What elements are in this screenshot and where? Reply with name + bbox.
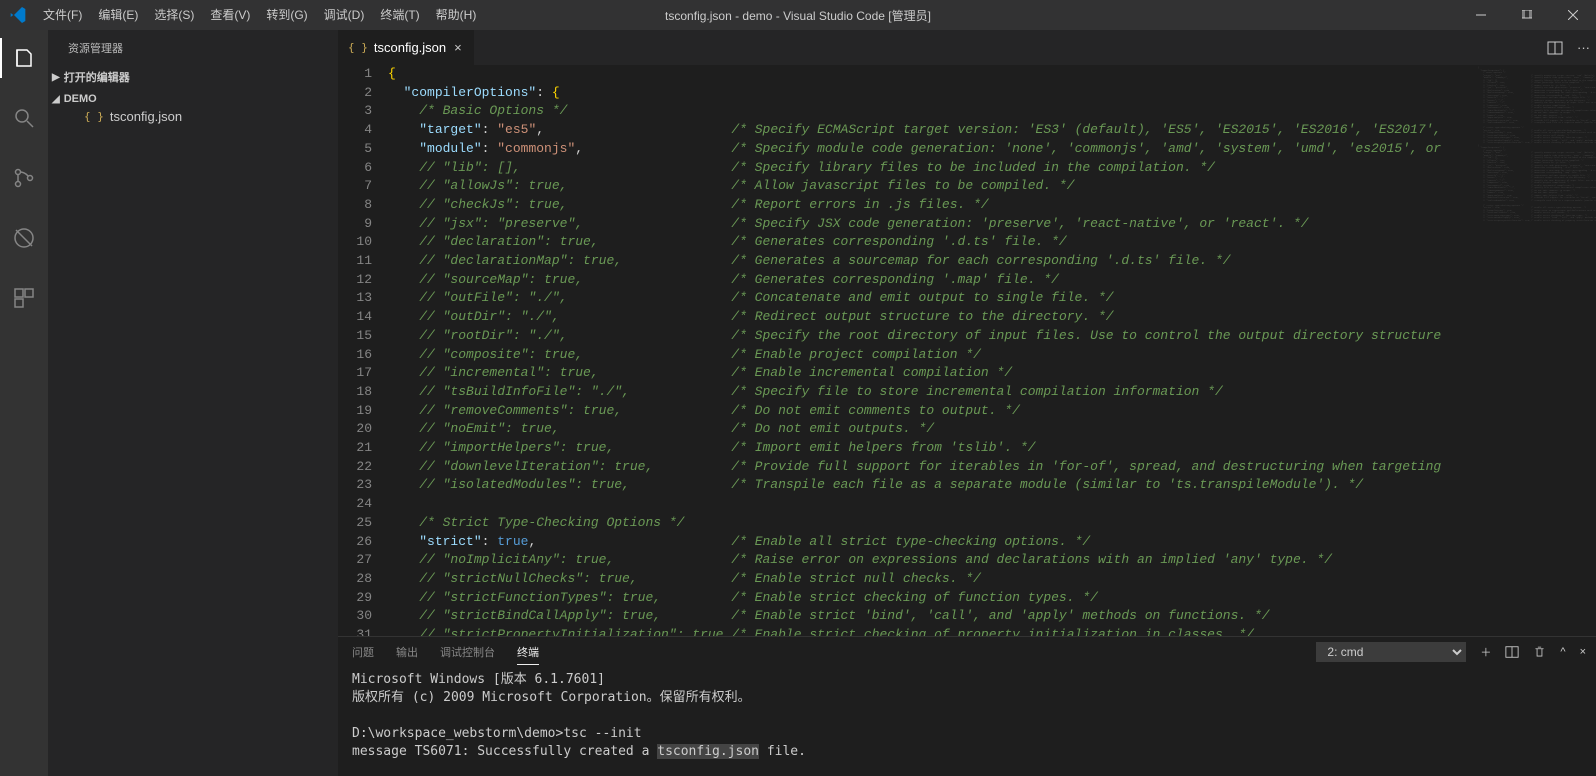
kill-terminal-icon[interactable] bbox=[1533, 645, 1546, 659]
split-terminal-icon[interactable] bbox=[1505, 645, 1519, 659]
line-numbers: 1234567891011121314151617181920212223242… bbox=[338, 65, 388, 636]
new-terminal-icon[interactable]: ＋ bbox=[1480, 644, 1491, 660]
title-bar: 文件(F)编辑(E)选择(S)查看(V)转到(G)调试(D)终端(T)帮助(H)… bbox=[0, 0, 1596, 30]
close-panel-icon[interactable]: × bbox=[1580, 646, 1586, 658]
minimize-button[interactable] bbox=[1458, 0, 1504, 30]
menu-item[interactable]: 选择(S) bbox=[146, 0, 202, 30]
menu-item[interactable]: 查看(V) bbox=[202, 0, 258, 30]
sidebar-title: 资源管理器 bbox=[48, 30, 338, 65]
panel-tab[interactable]: 问题 bbox=[352, 640, 374, 664]
split-editor-icon[interactable] bbox=[1547, 40, 1563, 56]
section-label: 打开的编辑器 bbox=[64, 69, 130, 85]
folder-section[interactable]: ◢ DEMO bbox=[48, 91, 338, 107]
window-title: tsconfig.json - demo - Visual Studio Cod… bbox=[665, 7, 931, 24]
chevron-down-icon: ◢ bbox=[52, 94, 60, 105]
json-file-icon: { } bbox=[348, 41, 368, 54]
chevron-right-icon: ▶ bbox=[52, 72, 60, 83]
terminal-select[interactable]: 2: cmd bbox=[1316, 642, 1466, 662]
menu-bar: 文件(F)编辑(E)选择(S)查看(V)转到(G)调试(D)终端(T)帮助(H) bbox=[35, 0, 484, 30]
file-name: tsconfig.json bbox=[110, 109, 182, 124]
explorer-icon[interactable] bbox=[0, 38, 48, 78]
panel-tab[interactable]: 调试控制台 bbox=[440, 640, 495, 664]
section-label: DEMO bbox=[64, 93, 97, 105]
menu-item[interactable]: 编辑(E) bbox=[90, 0, 146, 30]
close-button[interactable] bbox=[1550, 0, 1596, 30]
code-content[interactable]: { "compilerOptions": { /* Basic Options … bbox=[388, 65, 1476, 636]
terminal-output[interactable]: Microsoft Windows [版本 6.1.7601] 版权所有 (c)… bbox=[338, 667, 1596, 776]
file-tsconfig[interactable]: { } tsconfig.json bbox=[48, 107, 338, 126]
menu-item[interactable]: 帮助(H) bbox=[428, 0, 485, 30]
explorer-sidebar: 资源管理器 ▶ 打开的编辑器 ◢ DEMO { } tsconfig.json bbox=[48, 30, 338, 776]
panel-tab[interactable]: 输出 bbox=[396, 640, 418, 664]
bottom-panel: 问题输出调试控制台终端 2: cmd ＋ ^ × Microsoft Windo… bbox=[338, 636, 1596, 776]
menu-item[interactable]: 转到(G) bbox=[258, 0, 315, 30]
activity-bar bbox=[0, 30, 48, 776]
tab-label: tsconfig.json bbox=[374, 40, 446, 55]
debug-icon[interactable] bbox=[0, 218, 48, 258]
source-control-icon[interactable] bbox=[0, 158, 48, 198]
vscode-logo-icon bbox=[0, 7, 35, 23]
menu-item[interactable]: 终端(T) bbox=[372, 0, 427, 30]
extensions-icon[interactable] bbox=[0, 278, 48, 318]
close-tab-icon[interactable]: × bbox=[452, 40, 464, 55]
search-icon[interactable] bbox=[0, 98, 48, 138]
tab-tsconfig[interactable]: { } tsconfig.json × bbox=[338, 30, 475, 65]
json-file-icon: { } bbox=[84, 110, 104, 123]
menu-item[interactable]: 文件(F) bbox=[35, 0, 90, 30]
menu-item[interactable]: 调试(D) bbox=[316, 0, 373, 30]
panel-tab[interactable]: 终端 bbox=[517, 640, 539, 665]
panel-tabs: 问题输出调试控制台终端 2: cmd ＋ ^ × bbox=[338, 637, 1596, 667]
code-editor[interactable]: 1234567891011121314151617181920212223242… bbox=[338, 65, 1596, 636]
more-actions-icon[interactable]: ··· bbox=[1577, 40, 1590, 55]
minimap[interactable]: { "compilerOptions": { /* Basic Options … bbox=[1476, 65, 1596, 636]
maximize-button[interactable] bbox=[1504, 0, 1550, 30]
editor-tabs: { } tsconfig.json × ··· bbox=[338, 30, 1596, 65]
open-editors-section[interactable]: ▶ 打开的编辑器 bbox=[48, 67, 338, 87]
maximize-panel-icon[interactable]: ^ bbox=[1560, 646, 1565, 658]
